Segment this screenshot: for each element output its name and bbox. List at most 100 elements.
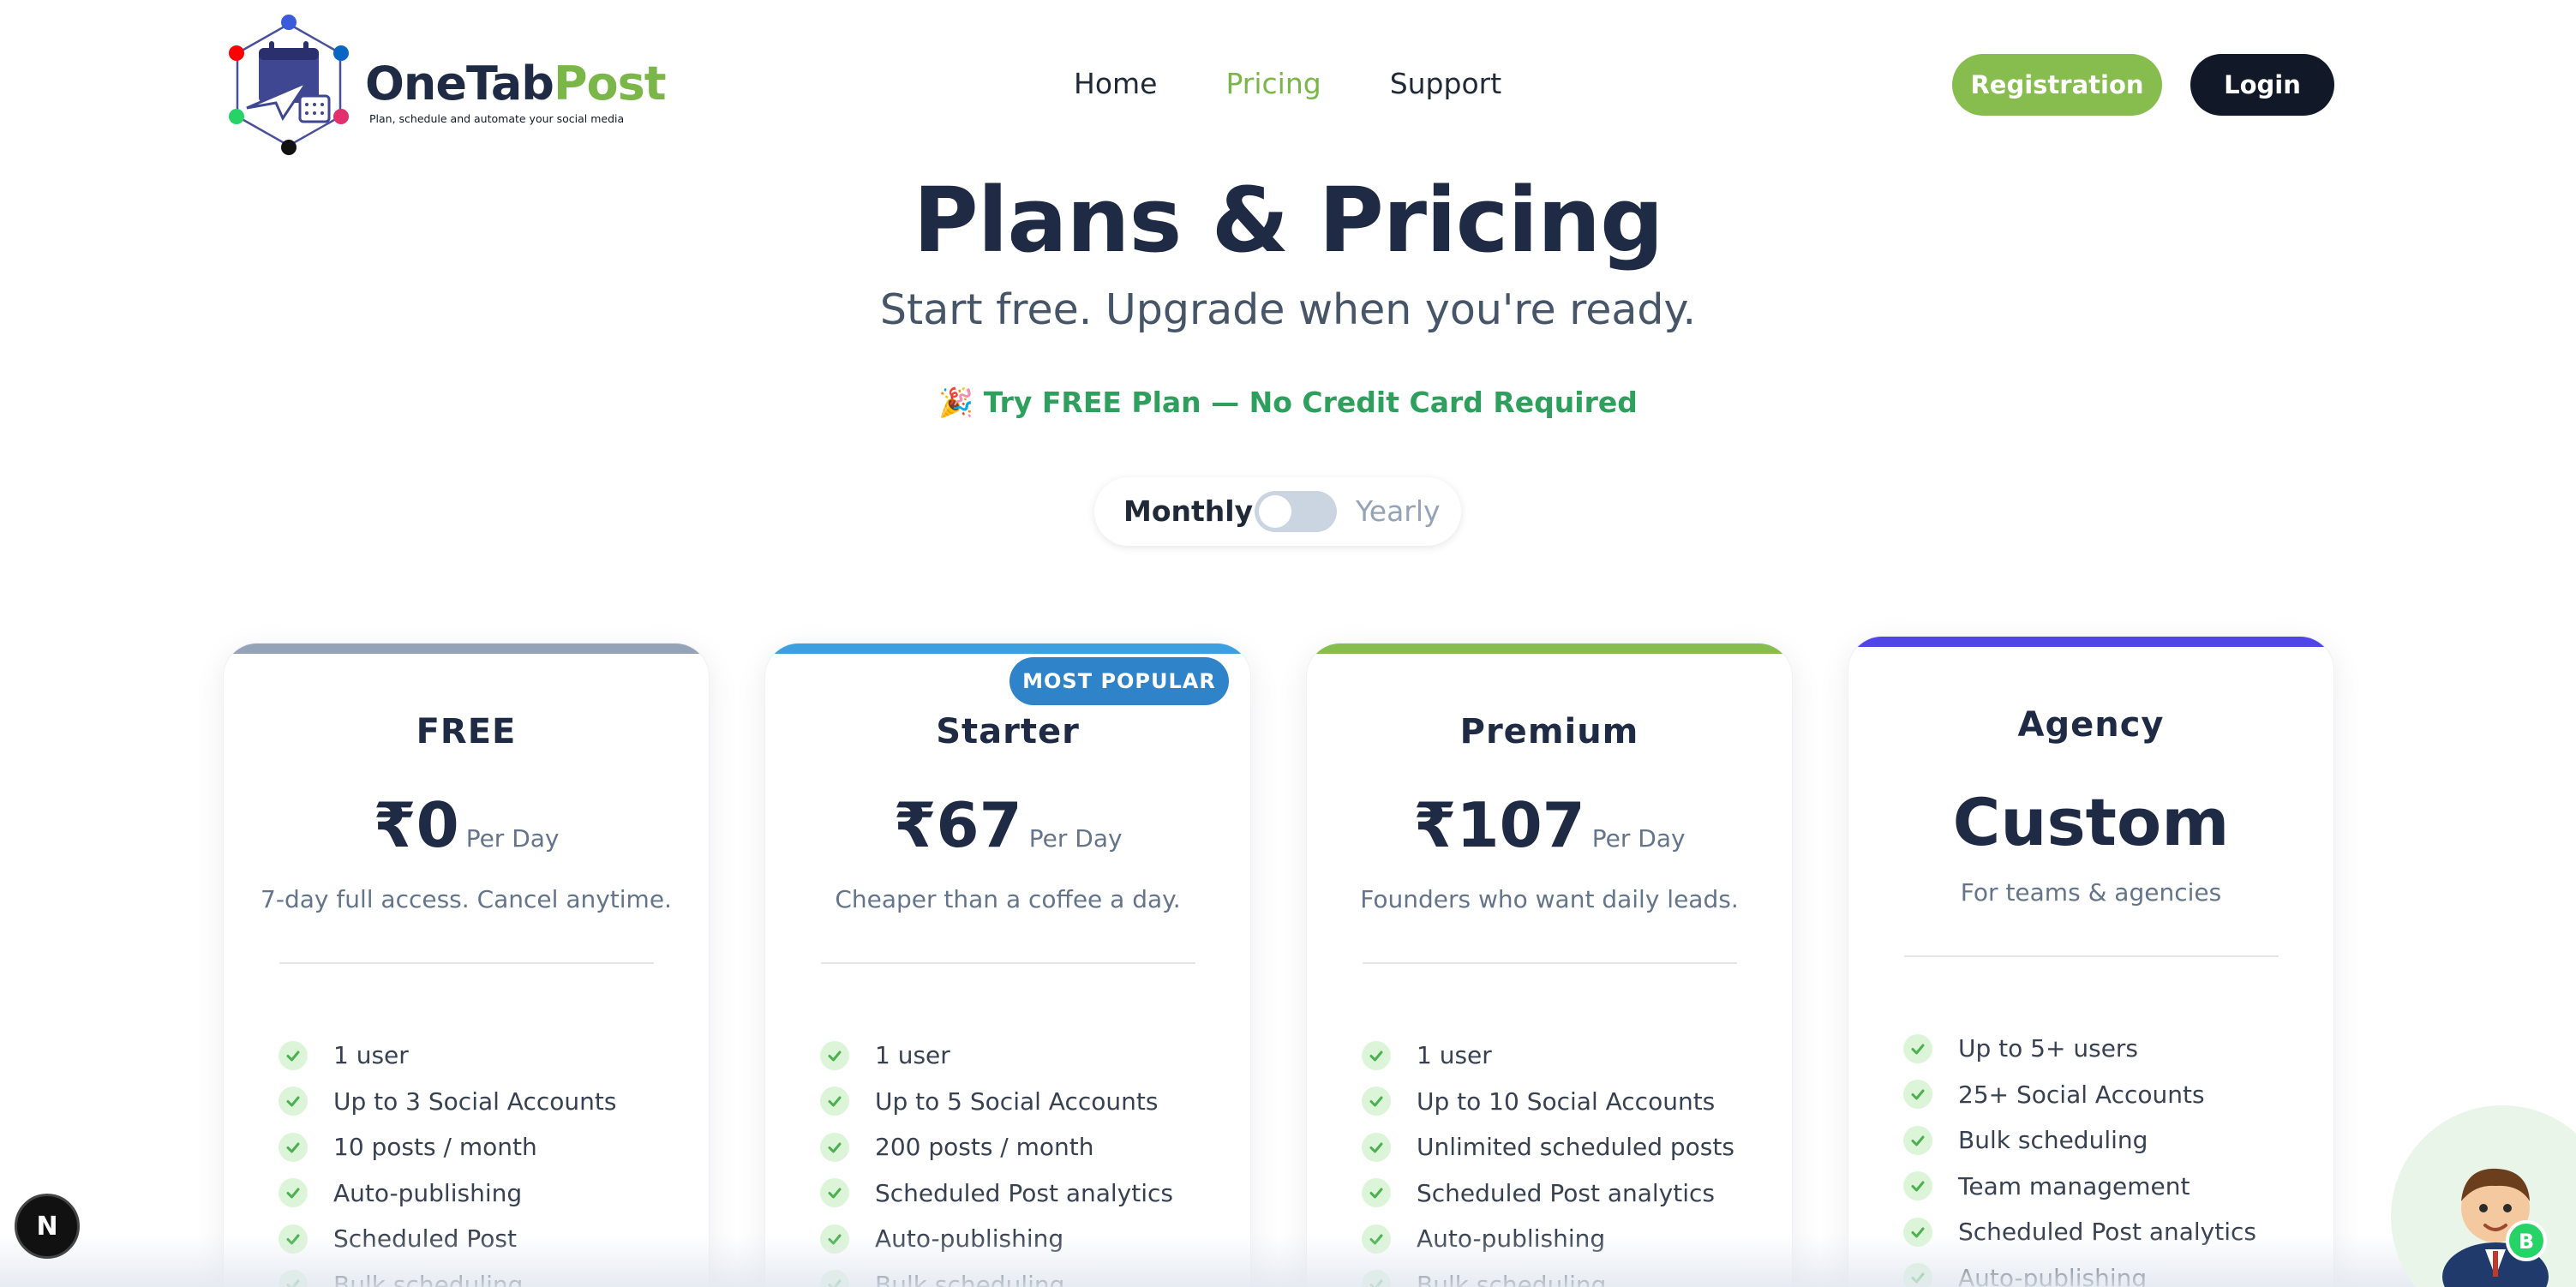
check-icon bbox=[1903, 1217, 1932, 1247]
chat-assistant-button[interactable]: B bbox=[2391, 1105, 2576, 1287]
list-item: Scheduled Post analytics bbox=[820, 1170, 1173, 1217]
feature-label: 1 user bbox=[1417, 1041, 1492, 1070]
registration-button[interactable]: Registration bbox=[1952, 54, 2162, 116]
list-item: Up to 3 Social Accounts bbox=[279, 1079, 616, 1125]
plan-accent-bar bbox=[765, 644, 1250, 654]
free-plan-note: 🎉 Try FREE Plan — No Credit Card Require… bbox=[938, 386, 1638, 419]
brand-logo[interactable]: OneTabPost Plan, schedule and automate y… bbox=[221, 12, 667, 158]
page-subtitle: Start free. Upgrade when you're ready. bbox=[879, 285, 1697, 334]
check-icon bbox=[1903, 1080, 1932, 1110]
plan-card-starter: Starter ₹67 Per Day Cheaper than a coffe… bbox=[764, 643, 1251, 1287]
brand-name-part2: Post bbox=[553, 57, 667, 111]
feature-label: Scheduled Post analytics bbox=[1958, 1218, 2256, 1247]
dev-tools-badge[interactable]: N bbox=[15, 1194, 80, 1259]
page-title: Plans & Pricing bbox=[913, 168, 1663, 272]
brand-name: OneTabPost bbox=[365, 57, 667, 111]
plan-divider bbox=[1904, 955, 2279, 957]
plan-price-row: ₹67 Per Day bbox=[765, 789, 1250, 861]
plan-description: Founders who want daily leads. bbox=[1360, 885, 1739, 913]
brand-name-part1: OneTab bbox=[365, 57, 554, 111]
login-button[interactable]: Login bbox=[2190, 54, 2334, 116]
check-icon bbox=[279, 1132, 308, 1162]
plan-feature-list: 1 user Up to 5 Social Accounts 200 posts… bbox=[820, 1033, 1173, 1287]
check-icon bbox=[1903, 1125, 1932, 1155]
nav-support-link[interactable]: Support bbox=[1390, 67, 1501, 100]
feature-label: Scheduled Post bbox=[333, 1224, 517, 1254]
feature-label: Auto-publishing bbox=[1417, 1224, 1606, 1254]
plan-feature-list: 1 user Up to 10 Social Accounts Unlimite… bbox=[1362, 1033, 1734, 1287]
feature-label: Up to 5 Social Accounts bbox=[875, 1086, 1159, 1116]
billing-switch[interactable] bbox=[1255, 491, 1337, 532]
feature-label: Up to 3 Social Accounts bbox=[333, 1086, 617, 1116]
check-icon bbox=[1362, 1040, 1391, 1070]
plan-feature-list: Up to 5+ users 25+ Social Accounts Bulk … bbox=[1903, 1026, 2256, 1287]
feature-label: Bulk scheduling bbox=[875, 1270, 1065, 1287]
list-item: Auto-publishing bbox=[1903, 1255, 2256, 1287]
plan-price: ₹0 bbox=[373, 789, 459, 861]
list-item: Unlimited scheduled posts bbox=[1362, 1124, 1734, 1170]
list-item: Up to 5+ users bbox=[1903, 1026, 2256, 1072]
list-item: 1 user bbox=[279, 1033, 616, 1079]
feature-label: Scheduled Post analytics bbox=[875, 1178, 1173, 1207]
feature-label: 10 posts / month bbox=[333, 1133, 537, 1162]
feature-label: 200 posts / month bbox=[875, 1133, 1094, 1162]
feature-label: Bulk scheduling bbox=[1417, 1270, 1607, 1287]
feature-label: Team management bbox=[1958, 1171, 2190, 1200]
plan-name: Agency bbox=[2017, 705, 2165, 745]
billing-monthly-label[interactable]: Monthly bbox=[1123, 494, 1253, 528]
plan-period: Per Day bbox=[465, 824, 560, 853]
list-item: 200 posts / month bbox=[820, 1124, 1173, 1170]
list-item: 25+ Social Accounts bbox=[1903, 1072, 2256, 1118]
check-icon bbox=[820, 1178, 849, 1208]
list-item: Auto-publishing bbox=[1362, 1216, 1734, 1262]
check-icon bbox=[820, 1086, 849, 1116]
check-icon bbox=[1903, 1033, 1932, 1063]
feature-label: 1 user bbox=[875, 1041, 950, 1070]
list-item: Bulk scheduling bbox=[279, 1262, 616, 1287]
plan-description: For teams & agencies bbox=[1960, 878, 2222, 907]
plan-card-premium: Premium ₹107 Per Day Founders who want d… bbox=[1306, 643, 1793, 1287]
feature-label: Bulk scheduling bbox=[333, 1270, 524, 1287]
main-nav: Home Pricing Support bbox=[1074, 67, 1501, 100]
feature-label: Auto-publishing bbox=[333, 1178, 523, 1207]
check-icon bbox=[820, 1040, 849, 1070]
plan-feature-list: 1 user Up to 3 Social Accounts 10 posts … bbox=[279, 1033, 616, 1287]
plan-card-agency: Agency Custom For teams & agencies Up to… bbox=[1848, 636, 2334, 1287]
check-icon bbox=[279, 1086, 308, 1116]
feature-label: 25+ Social Accounts bbox=[1958, 1080, 2205, 1109]
plan-accent-bar bbox=[1307, 644, 1792, 654]
plan-description: Cheaper than a coffee a day. bbox=[835, 885, 1181, 913]
billing-yearly-label[interactable]: Yearly bbox=[1356, 494, 1441, 528]
billing-toggle: Monthly Yearly bbox=[1094, 477, 1461, 546]
site-header: OneTabPost Plan, schedule and automate y… bbox=[0, 0, 2576, 171]
check-icon bbox=[820, 1132, 849, 1162]
check-icon bbox=[279, 1224, 308, 1254]
brand-tagline: Plan, schedule and automate your social … bbox=[369, 112, 625, 125]
plan-divider bbox=[279, 962, 654, 964]
plan-accent-bar bbox=[1848, 637, 2333, 647]
nav-pricing-link[interactable]: Pricing bbox=[1225, 67, 1321, 100]
plan-name: Starter bbox=[936, 712, 1080, 751]
plan-divider bbox=[821, 962, 1195, 964]
feature-label: Auto-publishing bbox=[875, 1224, 1064, 1254]
plan-divider bbox=[1363, 962, 1737, 964]
check-icon bbox=[1362, 1178, 1391, 1208]
check-icon bbox=[279, 1270, 308, 1287]
list-item: Auto-publishing bbox=[820, 1216, 1173, 1262]
check-icon bbox=[1362, 1086, 1391, 1116]
list-item: 1 user bbox=[820, 1033, 1173, 1079]
feature-label: Unlimited scheduled posts bbox=[1417, 1133, 1734, 1162]
list-item: Bulk scheduling bbox=[1362, 1262, 1734, 1287]
svg-text:B: B bbox=[2519, 1230, 2534, 1254]
list-item: Bulk scheduling bbox=[820, 1262, 1173, 1287]
list-item: Scheduled Post analytics bbox=[1362, 1170, 1734, 1217]
plan-description: 7-day full access. Cancel anytime. bbox=[261, 885, 672, 913]
check-icon bbox=[1903, 1171, 1932, 1201]
nav-home-link[interactable]: Home bbox=[1074, 67, 1157, 100]
assistant-avatar-icon: B bbox=[2442, 1168, 2549, 1287]
plan-price-row: ₹107 Per Day bbox=[1307, 789, 1792, 861]
feature-label: Up to 10 Social Accounts bbox=[1417, 1086, 1716, 1116]
check-icon bbox=[1903, 1263, 1932, 1287]
list-item: Up to 5 Social Accounts bbox=[820, 1079, 1173, 1125]
check-icon bbox=[279, 1040, 308, 1070]
